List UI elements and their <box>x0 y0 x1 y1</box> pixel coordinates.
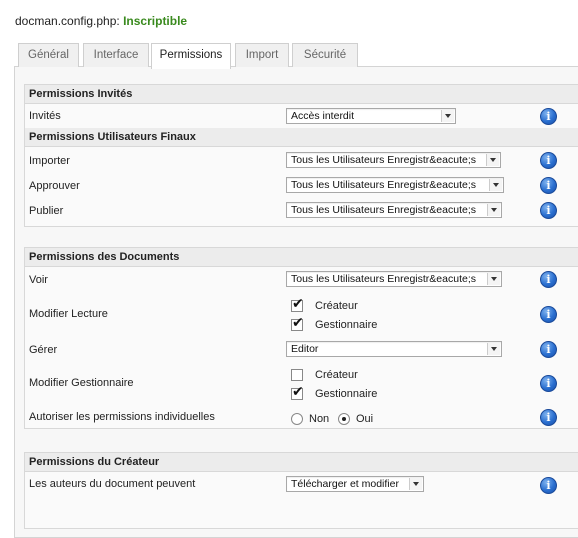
view-select-value: Tous les Utilisateurs Enregistr&eacute;s <box>291 273 476 285</box>
publish-select-value: Tous les Utilisateurs Enregistr&eacute;s <box>291 204 476 216</box>
chevron-down-icon <box>409 478 422 490</box>
config-filename: docman.config.php: <box>15 14 120 28</box>
approve-label: Approuver <box>29 180 80 192</box>
guests-select[interactable]: Accès interdit <box>286 108 456 124</box>
edit-read-manager-checkbox[interactable] <box>291 315 304 331</box>
edit-manager-creator-label: Créateur <box>315 369 358 381</box>
tab-import[interactable]: Import <box>235 43 289 67</box>
view-select[interactable]: Tous les Utilisateurs Enregistr&eacute;s <box>286 271 502 287</box>
individual-yes-radio[interactable] <box>338 413 350 425</box>
edit-read-creator-label: Créateur <box>315 300 358 312</box>
writable-status: Inscriptible <box>123 14 188 28</box>
guests-section-title: Permissions Invités <box>25 85 578 104</box>
chevron-down-icon <box>441 110 454 122</box>
manage-select[interactable]: Editor <box>286 341 502 357</box>
info-icon[interactable]: i <box>540 108 557 125</box>
tab-general[interactable]: Général <box>18 43 79 67</box>
info-icon[interactable]: i <box>540 202 557 219</box>
chevron-down-icon <box>487 273 500 285</box>
import-select[interactable]: Tous les Utilisateurs Enregistr&eacute;s <box>286 152 501 168</box>
individual-permissions-label: Autoriser les permissions individuelles <box>29 411 215 423</box>
tab-security[interactable]: Sécurité <box>292 43 358 67</box>
view-label: Voir <box>29 274 48 286</box>
edit-read-label: Modifier Lecture <box>29 308 108 320</box>
individual-no-label: Non <box>309 413 330 425</box>
info-icon[interactable]: i <box>540 409 557 426</box>
chevron-down-icon <box>487 204 500 216</box>
tab-interface[interactable]: Interface <box>83 43 149 67</box>
approve-select-value: Tous les Utilisateurs Enregistr&eacute;s <box>291 179 476 191</box>
edit-read-creator-checkbox[interactable] <box>291 296 304 312</box>
info-icon[interactable]: i <box>540 306 557 323</box>
manage-select-value: Editor <box>291 343 319 355</box>
info-icon[interactable]: i <box>540 375 557 392</box>
authors-select[interactable]: Télécharger et modifier <box>286 476 424 492</box>
documents-section-title: Permissions des Documents <box>25 248 578 267</box>
publish-label: Publier <box>29 205 64 217</box>
edit-manager-manager-checkbox[interactable] <box>291 384 304 400</box>
info-icon[interactable]: i <box>540 477 557 494</box>
info-icon[interactable]: i <box>540 152 557 169</box>
final-users-section-title: Permissions Utilisateurs Finaux <box>25 128 578 147</box>
edit-read-manager-label: Gestionnaire <box>315 319 378 331</box>
manage-label: Gérer <box>29 344 58 356</box>
file-status: docman.config.php: Inscriptible <box>15 14 187 28</box>
info-icon[interactable]: i <box>540 341 557 358</box>
chevron-down-icon <box>487 343 500 355</box>
authors-select-value: Télécharger et modifier <box>291 478 399 490</box>
individual-yes-label: Oui <box>356 413 374 425</box>
approve-select[interactable]: Tous les Utilisateurs Enregistr&eacute;s <box>286 177 504 193</box>
edit-manager-label: Modifier Gestionnaire <box>29 377 134 389</box>
creator-section-title: Permissions du Créateur <box>25 453 578 472</box>
individual-no-radio[interactable] <box>291 413 303 425</box>
publish-select[interactable]: Tous les Utilisateurs Enregistr&eacute;s <box>286 202 502 218</box>
authors-label: Les auteurs du document peuvent <box>29 478 196 490</box>
chevron-down-icon <box>486 154 499 166</box>
info-icon[interactable]: i <box>540 271 557 288</box>
edit-manager-manager-label: Gestionnaire <box>315 388 378 400</box>
guests-select-value: Accès interdit <box>291 110 355 122</box>
import-select-value: Tous les Utilisateurs Enregistr&eacute;s <box>291 154 476 166</box>
edit-manager-creator-checkbox[interactable] <box>291 369 303 381</box>
chevron-down-icon <box>489 179 502 191</box>
guests-label: Invités <box>29 110 61 122</box>
import-label: Importer <box>29 155 70 167</box>
tab-permissions[interactable]: Permissions <box>151 43 231 69</box>
info-icon[interactable]: i <box>540 177 557 194</box>
